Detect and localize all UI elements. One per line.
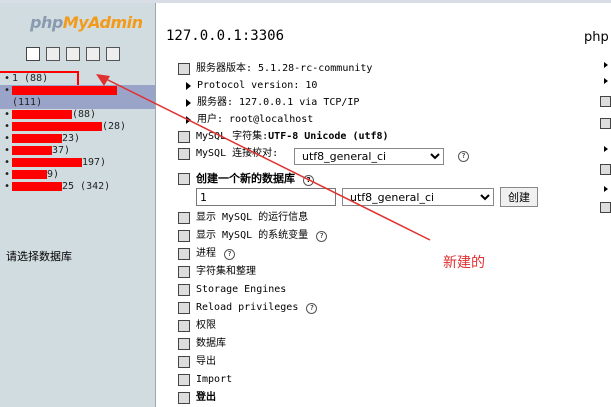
annotation-arrow <box>96 74 431 241</box>
annotation-label: 新建的 <box>443 255 485 271</box>
